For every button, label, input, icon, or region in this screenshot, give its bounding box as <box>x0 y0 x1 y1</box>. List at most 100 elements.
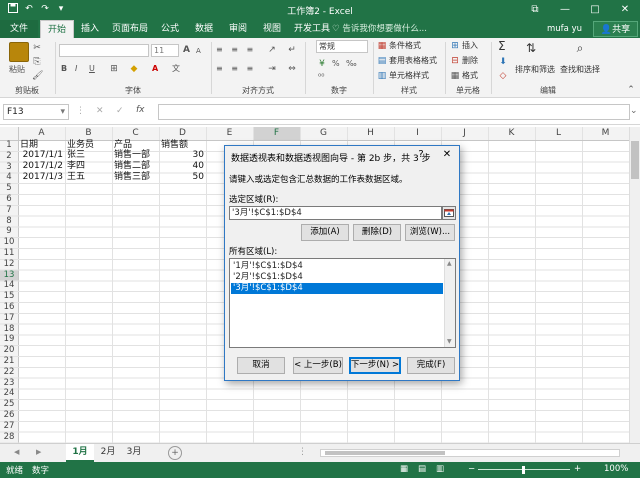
column-header[interactable]: L <box>535 127 582 140</box>
cancel-entry-icon[interactable]: ✕ <box>96 106 104 116</box>
row-header[interactable]: 5 <box>0 183 18 194</box>
finish-button[interactable]: 完成(F) <box>407 357 455 374</box>
merge-center-icon[interactable]: ⇔ <box>286 63 298 75</box>
name-box[interactable]: F13 ▾ <box>3 104 69 120</box>
table-cell[interactable]: 产品 <box>114 140 132 151</box>
scroll-thumb[interactable] <box>631 141 639 179</box>
paste-icon[interactable] <box>9 42 29 62</box>
sheet-next-button[interactable]: ▶ <box>36 448 41 456</box>
column-header[interactable]: D <box>159 127 206 140</box>
row-header[interactable]: 7 <box>0 205 18 216</box>
add-range-button[interactable]: 添加(A) <box>301 224 349 241</box>
format-painter-icon[interactable]: 🖌 <box>32 70 43 82</box>
decimal-button[interactable]: ⁰⁰ <box>318 71 324 83</box>
tab-formulas[interactable]: 公式 <box>156 20 184 38</box>
row-header[interactable]: 25 <box>0 399 18 410</box>
autosum-button[interactable]: Σ <box>498 40 506 52</box>
row-header[interactable]: 12 <box>0 259 18 270</box>
tab-page-layout[interactable]: 页面布局 <box>108 20 152 38</box>
orientation-icon[interactable]: ↗ <box>266 44 278 56</box>
row-header[interactable]: 10 <box>0 237 18 248</box>
sheet-tab-3[interactable]: 3月 <box>122 444 146 462</box>
row-header[interactable]: 26 <box>0 410 18 421</box>
row-header[interactable]: 22 <box>0 367 18 378</box>
tab-insert[interactable]: 插入 <box>76 20 104 38</box>
tell-me-search[interactable]: ♡ 告诉我你想要做什么... <box>332 20 427 38</box>
sheet-prev-button[interactable]: ◀ <box>14 448 19 456</box>
cut-icon[interactable]: ✂ <box>32 42 42 54</box>
borders-icon[interactable]: ⊞ <box>108 63 120 75</box>
number-format-box[interactable]: 常规 <box>316 40 368 53</box>
table-cell[interactable]: 销售三部 <box>114 172 150 183</box>
delete-cells-button[interactable]: 删除 <box>462 55 478 67</box>
italic-button[interactable]: I <box>75 63 77 75</box>
row-header[interactable]: 19 <box>0 334 18 345</box>
row-header[interactable]: 20 <box>0 345 18 356</box>
column-header[interactable]: H <box>347 127 394 140</box>
delete-range-button[interactable]: 删除(D) <box>353 224 401 241</box>
currency-icon[interactable]: ¥ <box>316 58 328 70</box>
horizontal-scrollbar[interactable] <box>320 449 620 457</box>
zoom-slider-thumb[interactable] <box>522 466 525 474</box>
table-cell[interactable]: 40 <box>159 161 204 172</box>
fill-icon[interactable]: ⬇ <box>498 56 508 68</box>
row-header[interactable]: 23 <box>0 378 18 389</box>
scroll-up-icon[interactable]: ▲ <box>447 260 452 267</box>
row-header[interactable]: 21 <box>0 356 18 367</box>
conditional-format-button[interactable]: 条件格式 <box>389 40 421 52</box>
formula-input[interactable] <box>158 104 630 120</box>
bold-button[interactable]: B <box>61 63 67 75</box>
tab-file[interactable]: 文件 <box>0 20 38 38</box>
row-header[interactable]: 17 <box>0 313 18 324</box>
sheet-tab-2[interactable]: 2月 <box>96 444 120 462</box>
list-item[interactable]: '2月'!$C$1:$D$4 <box>231 272 443 283</box>
wubian-button[interactable]: 文 <box>172 63 180 75</box>
maximize-button[interactable]: □ <box>580 0 610 20</box>
close-window-button[interactable]: ✕ <box>610 0 640 20</box>
tab-view[interactable]: 视图 <box>258 20 286 38</box>
column-header[interactable]: J <box>441 127 488 140</box>
alignment-vertical-buttons[interactable]: ≡ ≡ ≡ <box>216 44 256 56</box>
column-header[interactable]: A <box>18 127 65 140</box>
tab-developer[interactable]: 开发工具 <box>292 20 332 38</box>
table-cell[interactable]: 销售二部 <box>114 161 150 172</box>
scroll-down-icon[interactable]: ▼ <box>447 338 452 345</box>
row-header[interactable]: 2 <box>0 151 18 162</box>
collapse-ribbon-icon[interactable]: ⌃ <box>626 84 636 96</box>
browse-button[interactable]: 浏览(W)... <box>405 224 455 241</box>
column-header[interactable]: I <box>394 127 441 140</box>
row-header[interactable]: 1 <box>0 140 18 151</box>
clear-icon[interactable]: ◇ <box>498 70 508 82</box>
zoom-in-button[interactable]: + <box>574 464 581 474</box>
page-layout-view-icon[interactable]: ▤ <box>418 464 426 474</box>
row-header[interactable]: 4 <box>0 172 18 183</box>
expand-formula-bar-icon[interactable]: ⌄ <box>630 106 638 116</box>
fill-color-icon[interactable]: ◆ <box>128 63 140 75</box>
zoom-out-button[interactable]: − <box>468 464 475 474</box>
percent-button[interactable]: % <box>332 58 340 70</box>
all-ranges-list[interactable]: '1月'!$C$1:$D$4 '2月'!$C$1:$D$4 '3月'!$C$1:… <box>229 258 456 348</box>
range-input[interactable]: '3月'!$C$1:$D$4 <box>229 206 442 220</box>
row-header[interactable]: 27 <box>0 421 18 432</box>
ribbon-display-button[interactable]: ⧉ <box>520 0 550 20</box>
row-header[interactable]: 3 <box>0 162 18 173</box>
format-cells-button[interactable]: 格式 <box>462 70 478 82</box>
dialog-close-button[interactable]: ✕ <box>439 148 455 162</box>
next-button[interactable]: 下一步(N) > <box>349 357 401 374</box>
table-cell[interactable]: 2017/1/2 <box>18 161 63 172</box>
row-header[interactable]: 14 <box>0 280 18 291</box>
table-cell[interactable]: 2017/1/1 <box>18 150 63 161</box>
insert-function-button[interactable]: fx <box>136 105 145 115</box>
user-name[interactable]: mufa yu <box>547 20 582 38</box>
copy-icon[interactable]: ⎘ <box>32 56 42 68</box>
font-name-box[interactable] <box>59 44 149 57</box>
table-cell[interactable]: 日期 <box>20 140 38 151</box>
table-cell[interactable]: 李四 <box>67 161 85 172</box>
list-item-selected[interactable]: '3月'!$C$1:$D$4 <box>231 283 443 294</box>
row-header[interactable]: 18 <box>0 324 18 335</box>
column-header[interactable]: C <box>112 127 159 140</box>
column-header[interactable]: G <box>300 127 347 140</box>
tab-data[interactable]: 数据 <box>190 20 218 38</box>
cancel-button[interactable]: 取消 <box>237 357 285 374</box>
column-header[interactable]: F <box>253 127 300 140</box>
